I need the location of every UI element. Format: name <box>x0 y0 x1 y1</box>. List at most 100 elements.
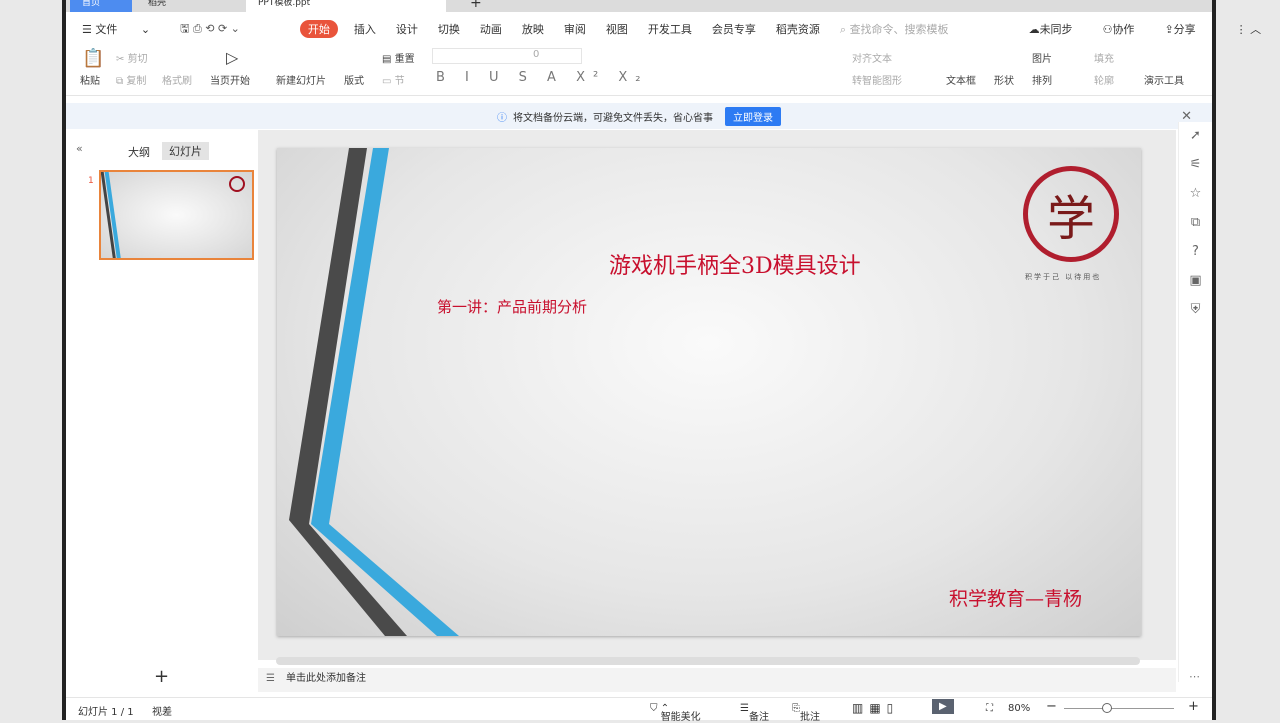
status-bar: 幻灯片 1 / 1 视差 ⛉ 智能美化 ⌃ ☰ 备注 ⎘ 批注 ▥▦▯ ▶ ⛶ … <box>66 697 1212 723</box>
command-search[interactable]: ⌕ 查找命令、搜索模板 <box>840 21 969 37</box>
tab-outline[interactable]: 大纲 <box>128 144 150 160</box>
notes-button[interactable]: ☰ 备注 <box>740 703 769 723</box>
tab-member[interactable]: 会员专享 <box>712 21 756 37</box>
cut-label: 剪切 <box>127 54 148 65</box>
collapse-icon[interactable]: « <box>76 142 83 155</box>
shield-icon[interactable]: ⛨ <box>1191 302 1201 317</box>
copy-icon[interactable]: ⧉ <box>1191 215 1200 230</box>
collab-label: 协作 <box>1112 23 1135 36</box>
tab-bar: 首页 稻壳 PPT模板.ppt + <box>66 0 1212 12</box>
zoom-level[interactable]: 80% <box>1008 703 1030 714</box>
menu-bar: ☰ 文件 ⌄ 🖫 ⎙ ⟲ ⟳ ⌄ 开始 插入 设计 切换 动画 放映 审阅 视图… <box>66 18 1261 40</box>
tab-review[interactable]: 审阅 <box>564 21 586 37</box>
new-slide-button[interactable]: 新建幻灯片 <box>276 72 326 87</box>
play-from-current-button[interactable]: 当页开始 <box>210 72 250 87</box>
notice-text: 将文档备份云端，可避免文件丢失，省心省事 <box>513 112 713 124</box>
more-dots-icon[interactable]: ⋯ <box>1189 670 1200 683</box>
slide-subtitle[interactable]: 第一讲：产品前期分析 <box>437 296 587 317</box>
tab-view[interactable]: 视图 <box>606 21 628 37</box>
theme-name[interactable]: 视差 <box>152 703 172 718</box>
horizontal-scrollbar[interactable] <box>276 657 1140 665</box>
slide-panel: « 大纲 幻灯片 1 + <box>68 130 258 690</box>
tab-transition[interactable]: 切换 <box>438 21 460 37</box>
fit-window-icon[interactable]: ⛶ <box>986 703 993 714</box>
reset-label: 重置 <box>394 54 415 65</box>
layout-button[interactable]: 版式 <box>344 72 364 87</box>
picture-icon[interactable]: ▣ <box>1189 273 1201 288</box>
reset-button[interactable]: ▤ 重置 <box>382 50 415 65</box>
logo-caption: 积学于己 以待用也 <box>1025 273 1102 281</box>
outline-button[interactable]: 轮廓 <box>1094 72 1114 87</box>
share-label: 分享 <box>1173 23 1196 36</box>
slide-stripes <box>289 148 459 636</box>
copy-button[interactable]: ⧉ 复制 <box>116 72 146 87</box>
tab-animation[interactable]: 动画 <box>480 21 502 37</box>
tab-document[interactable]: PPT模板.ppt <box>246 0 446 12</box>
app-window: 首页 稻壳 PPT模板.ppt + ☰ 文件 ⌄ 🖫 ⎙ ⟲ ⟳ ⌄ 开始 插入… <box>62 0 1261 723</box>
slide-canvas: 学 积学于己 以待用也 游戏机手柄全3D模具设计 第一讲：产品前期分析 积学教育… <box>258 130 1176 665</box>
view-mode-buttons[interactable]: ▥▦▯ <box>852 701 899 715</box>
comments-button[interactable]: ⎘ 批注 <box>792 703 820 723</box>
slide-author[interactable]: 积学教育—青杨 <box>949 584 1082 611</box>
tab-home[interactable]: 首页 <box>70 0 132 12</box>
arrange-button[interactable]: 排列 <box>1032 72 1052 87</box>
zoom-slider-thumb[interactable] <box>1102 703 1112 713</box>
slide-thumbnail[interactable] <box>99 170 254 260</box>
fill-button[interactable]: 填充 <box>1094 50 1114 65</box>
file-menu[interactable]: ☰ 文件 ⌄ <box>82 21 150 37</box>
quick-access-icons[interactable]: 🖫 ⎙ ⟲ ⟳ ⌄ <box>180 20 240 39</box>
font-size-input[interactable]: 0 <box>432 48 582 64</box>
format-painter-button[interactable]: 格式刷 <box>162 72 192 87</box>
beautify-button[interactable]: ⛉ 智能美化 ⌃ <box>650 703 701 723</box>
right-sidebar: ➚ ⚟ ☆ ⧉ ? ▣ ⛨ ⋯ <box>1178 122 1212 683</box>
tab-daoke-resources[interactable]: 稻壳资源 <box>776 21 820 37</box>
cut-button[interactable]: ✂ 剪切 <box>116 50 148 65</box>
zoom-slider[interactable] <box>1064 708 1174 709</box>
slide[interactable]: 学 积学于己 以待用也 游戏机手柄全3D模具设计 第一讲：产品前期分析 积学教育… <box>277 148 1141 636</box>
play-icon[interactable]: ▷ <box>226 48 238 67</box>
notes-label: 备注 <box>748 712 769 723</box>
rocket-icon[interactable]: ➚ <box>1190 128 1201 143</box>
shape-button[interactable]: 形状 <box>994 72 1014 87</box>
star-icon[interactable]: ☆ <box>1190 186 1202 201</box>
text-box-button[interactable]: 文本框 <box>946 72 976 87</box>
presenter-tools-button[interactable]: 演示工具 <box>1144 72 1184 87</box>
tab-insert[interactable]: 插入 <box>354 21 376 37</box>
share-button[interactable]: ⇪分享 <box>1164 21 1215 37</box>
align-text-button[interactable]: 对齐文本 <box>852 50 892 65</box>
slideshow-play-button[interactable]: ▶ <box>932 699 954 714</box>
section-button[interactable]: ▭ 节 <box>382 72 405 87</box>
new-tab-button[interactable]: + <box>458 0 494 12</box>
info-icon: ⓘ <box>497 112 507 124</box>
comments-label: 批注 <box>800 712 820 723</box>
add-slide-button[interactable]: + <box>154 666 169 687</box>
font-style-buttons[interactable]: B I U S A X² X₂ <box>436 70 648 85</box>
tab-slides[interactable]: 幻灯片 <box>162 142 209 160</box>
section-label: 节 <box>394 76 405 87</box>
settings-sliders-icon[interactable]: ⚟ <box>1190 157 1202 172</box>
more-icon[interactable]: ⋮ ︿ <box>1236 21 1262 37</box>
notes-icon: ☰ <box>266 673 275 684</box>
tab-daoke[interactable]: 稻壳 <box>136 0 236 12</box>
login-button[interactable]: 立即登录 <box>725 106 781 126</box>
sync-button[interactable]: ☁未同步 <box>1029 21 1093 37</box>
tab-home-ribbon[interactable]: 开始 <box>299 20 338 38</box>
backup-notice: ⓘ 将文档备份云端，可避免文件丢失，省心省事 立即登录 ✕ <box>66 103 1212 129</box>
thumb-logo <box>229 176 245 192</box>
notes-area[interactable]: ☰ 单击此处添加备注 <box>258 668 1176 692</box>
tab-developer[interactable]: 开发工具 <box>648 21 692 37</box>
zoom-in-button[interactable]: + <box>1188 699 1199 714</box>
file-label: 文件 <box>95 23 118 36</box>
picture-button[interactable]: 图片 <box>1032 50 1052 65</box>
slide-title[interactable]: 游戏机手柄全3D模具设计 <box>609 248 861 280</box>
notes-placeholder: 单击此处添加备注 <box>286 673 366 684</box>
help-icon[interactable]: ? <box>1192 244 1199 259</box>
smart-art-button[interactable]: 转智能图形 <box>852 72 902 87</box>
tab-slideshow[interactable]: 放映 <box>522 21 544 37</box>
paste-icon[interactable]: 📋 <box>82 48 104 69</box>
paste-button[interactable]: 粘贴 <box>80 72 100 87</box>
collab-button[interactable]: ⚇协作 <box>1103 21 1155 37</box>
search-placeholder: 查找命令、搜索模板 <box>849 23 949 36</box>
zoom-out-button[interactable]: − <box>1046 699 1057 714</box>
tab-design[interactable]: 设计 <box>396 21 418 37</box>
